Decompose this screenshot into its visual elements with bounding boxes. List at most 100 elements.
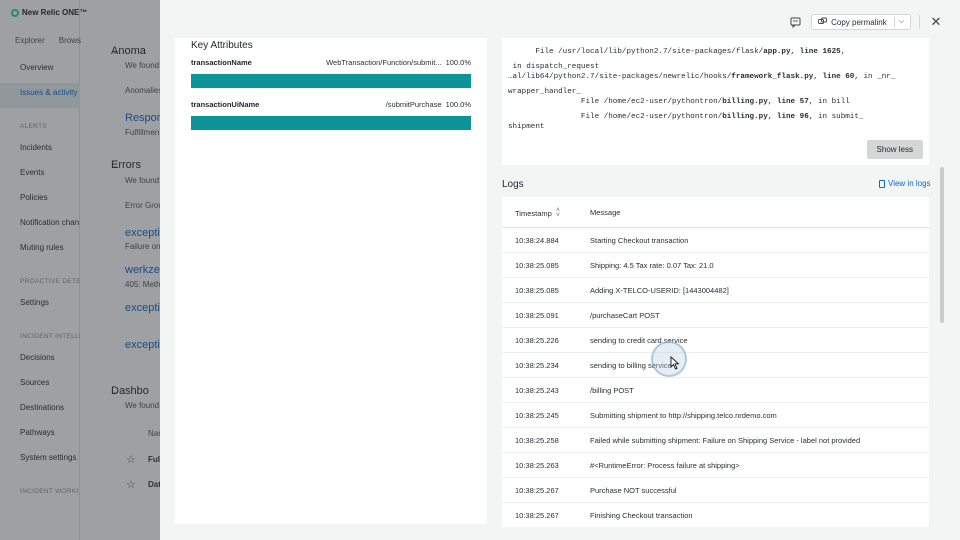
separator: [893, 17, 895, 27]
feedback-icon[interactable]: [787, 14, 803, 30]
log-message: Adding X-TELCO-USERID: [1443004482]: [590, 286, 729, 295]
logs-table: Timestamp ˄ ˅ Message 10:38:24.884 Startin…: [502, 197, 929, 527]
log-row[interactable]: 10:38:25.245 Submitting shipment to http:…: [502, 403, 929, 428]
stack-trace-text: wrapper_handler_: [508, 88, 581, 96]
copy-permalink-button[interactable]: Copy permalink ⌵: [811, 14, 911, 30]
log-timestamp: 10:38:24.884: [515, 236, 559, 245]
log-row[interactable]: 10:38:25.085 Shipping: 4.5 Tax rate: 0.07…: [502, 253, 929, 278]
logs-title: Logs: [502, 179, 524, 190]
log-message: /billing POST: [590, 386, 634, 395]
log-timestamp: 10:38:25.267: [515, 511, 559, 520]
click-indicator: [651, 341, 687, 377]
stack-trace-line: File /home/ec2-user/pythontron/billing.p…: [508, 113, 864, 121]
attribute-bar: [191, 116, 471, 130]
log-row[interactable]: 10:38:24.884 Starting Checkout transactio…: [502, 228, 929, 253]
stack-trace-text: in dispatch_request: [508, 63, 600, 71]
show-less-button[interactable]: Show less: [866, 140, 923, 159]
attribute-bar: [191, 74, 471, 88]
stack-trace-emphasis: billing.py: [722, 113, 768, 121]
log-timestamp: 10:38:25.085: [515, 261, 559, 270]
stack-trace-emphasis: line 60: [822, 73, 855, 81]
log-timestamp: 10:38:25.085: [515, 286, 559, 295]
log-timestamp: 10:38:25.267: [515, 486, 559, 495]
stack-trace-text: ,: [767, 113, 777, 121]
stack-trace-text: shipment: [508, 123, 545, 131]
stack-trace-text: ,: [840, 48, 846, 56]
log-row[interactable]: 10:38:25.258 Failed while submitting ship…: [502, 428, 929, 453]
attribute-percent: 100.0%: [445, 100, 471, 109]
sort-icon[interactable]: ˄ ˅: [556, 207, 560, 219]
close-icon[interactable]: ✕: [928, 14, 944, 30]
chevron-down-icon[interactable]: ⌵: [899, 18, 904, 26]
log-row[interactable]: 10:38:25.267 Purchase NOT successful: [502, 478, 929, 503]
stack-trace-text: ,: [767, 98, 777, 106]
log-row[interactable]: 10:38:25.243/billing POST: [502, 378, 929, 403]
message-column-header: Message: [590, 208, 621, 217]
attribute-name: transactionUiName: [191, 100, 260, 109]
separator: [919, 15, 920, 29]
log-timestamp: 10:38:25.263: [515, 461, 559, 470]
stack-trace-text: , in bill: [808, 98, 850, 106]
stack-trace-emphasis: line 57: [776, 98, 809, 106]
log-row[interactable]: 10:38:25.085 Adding X-TELCO-USERID: [1443…: [502, 278, 929, 303]
log-timestamp: 10:38:25.091: [515, 311, 559, 320]
stack-trace-emphasis: framework_flask.py: [731, 73, 814, 81]
mouse-pointer-icon: [670, 356, 680, 370]
stack-trace-emphasis: billing.py: [722, 98, 768, 106]
attribute-percent: 100.0%: [445, 58, 471, 67]
log-message: Submitting shipment to http://shipping.t…: [590, 411, 777, 420]
stack-trace-emphasis: line 96: [776, 113, 809, 121]
log-message: Purchase NOT successful: [590, 486, 677, 495]
stack-trace-text: , in _nr_: [854, 73, 896, 81]
timestamp-header-label: Timestamp: [515, 208, 552, 218]
log-row[interactable]: 10:38:25.267 Finishing Checkout transacti…: [502, 503, 929, 527]
log-row[interactable]: 10:38:25.234 sending to billing service: [502, 353, 929, 378]
key-attributes-title: Key Attributes: [191, 40, 253, 51]
stack-trace-card: shipment File /home/ec2-user/pythontron/…: [502, 38, 929, 165]
log-timestamp: 10:38:25.226: [515, 336, 559, 345]
attribute-row: transactionName WebTransaction/Function/…: [191, 58, 471, 67]
stack-trace-text: …al/lib64/python2.7/site-packages/newrel…: [508, 73, 732, 81]
attribute-name: transactionName: [191, 58, 252, 67]
stack-trace-line: File /usr/local/lib/python2.7/site-packa…: [508, 48, 845, 56]
log-message: Finishing Checkout transaction: [590, 511, 693, 520]
stack-trace-text: File /home/ec2-user/pythontron/: [508, 98, 723, 106]
stack-trace-line: in dispatch_request: [508, 63, 600, 71]
attribute-value: WebTransaction/Function/submit...: [326, 58, 442, 67]
view-in-logs-link[interactable]: View in logs: [879, 179, 931, 188]
error-detail-flyout: Copy permalink ⌵ ✕ Key Attributes transa…: [160, 0, 960, 540]
log-message: Shipping: 4.5 Tax rate: 0.07 Tax: 21.0: [590, 261, 714, 270]
log-timestamp: 10:38:25.258: [515, 436, 559, 445]
log-timestamp: 10:38:25.243: [515, 386, 559, 395]
modal-backdrop[interactable]: [0, 0, 160, 540]
attribute-value: /submitPurchase: [385, 100, 442, 109]
view-in-logs-label: View in logs: [888, 179, 931, 188]
document-icon: [879, 179, 885, 188]
stack-trace-line: File /home/ec2-user/pythontron/billing.p…: [508, 98, 850, 106]
attribute-row: transactionUiName /submitPurchase 100.0%: [191, 100, 471, 109]
stack-trace-text: ,: [790, 48, 800, 56]
link-icon: [818, 17, 828, 28]
log-row[interactable]: 10:38:25.091/purchaseCart POST: [502, 303, 929, 328]
log-timestamp: 10:38:25.245: [515, 411, 559, 420]
log-message: Failed while submitting shipment: Failur…: [590, 436, 861, 445]
key-attributes-card: Key Attributes transactionName WebTransa…: [175, 38, 487, 524]
logs-table-header: Timestamp ˄ ˅ Message: [502, 197, 929, 228]
stack-trace-text: , in submit_: [808, 113, 864, 121]
log-message: Starting Checkout transaction: [590, 236, 689, 245]
stack-trace-emphasis: line 1625: [799, 48, 841, 56]
stack-trace-emphasis: app.py: [763, 48, 791, 56]
log-row[interactable]: 10:38:25.226 sending to credit card servi…: [502, 328, 929, 353]
stack-trace-text: File /home/ec2-user/pythontron/: [508, 113, 723, 121]
stack-trace-line: …al/lib64/python2.7/site-packages/newrel…: [508, 73, 895, 81]
log-message: /purchaseCart POST: [590, 311, 660, 320]
log-row[interactable]: 10:38:25.263 #<RuntimeError: Process fail…: [502, 453, 929, 478]
stack-trace-line: shipment: [508, 123, 544, 131]
flyout-scrollbar[interactable]: [940, 167, 944, 323]
stack-trace-line: wrapper_handler_: [508, 88, 581, 96]
stack-trace-text: File /usr/local/lib/python2.7/site-packa…: [508, 48, 764, 56]
log-message: #<RuntimeError: Process failure at shipp…: [590, 461, 740, 470]
timestamp-column-header[interactable]: Timestamp ˄ ˅: [515, 207, 560, 219]
log-timestamp: 10:38:25.234: [515, 361, 559, 370]
copy-permalink-label: Copy permalink: [831, 17, 887, 27]
